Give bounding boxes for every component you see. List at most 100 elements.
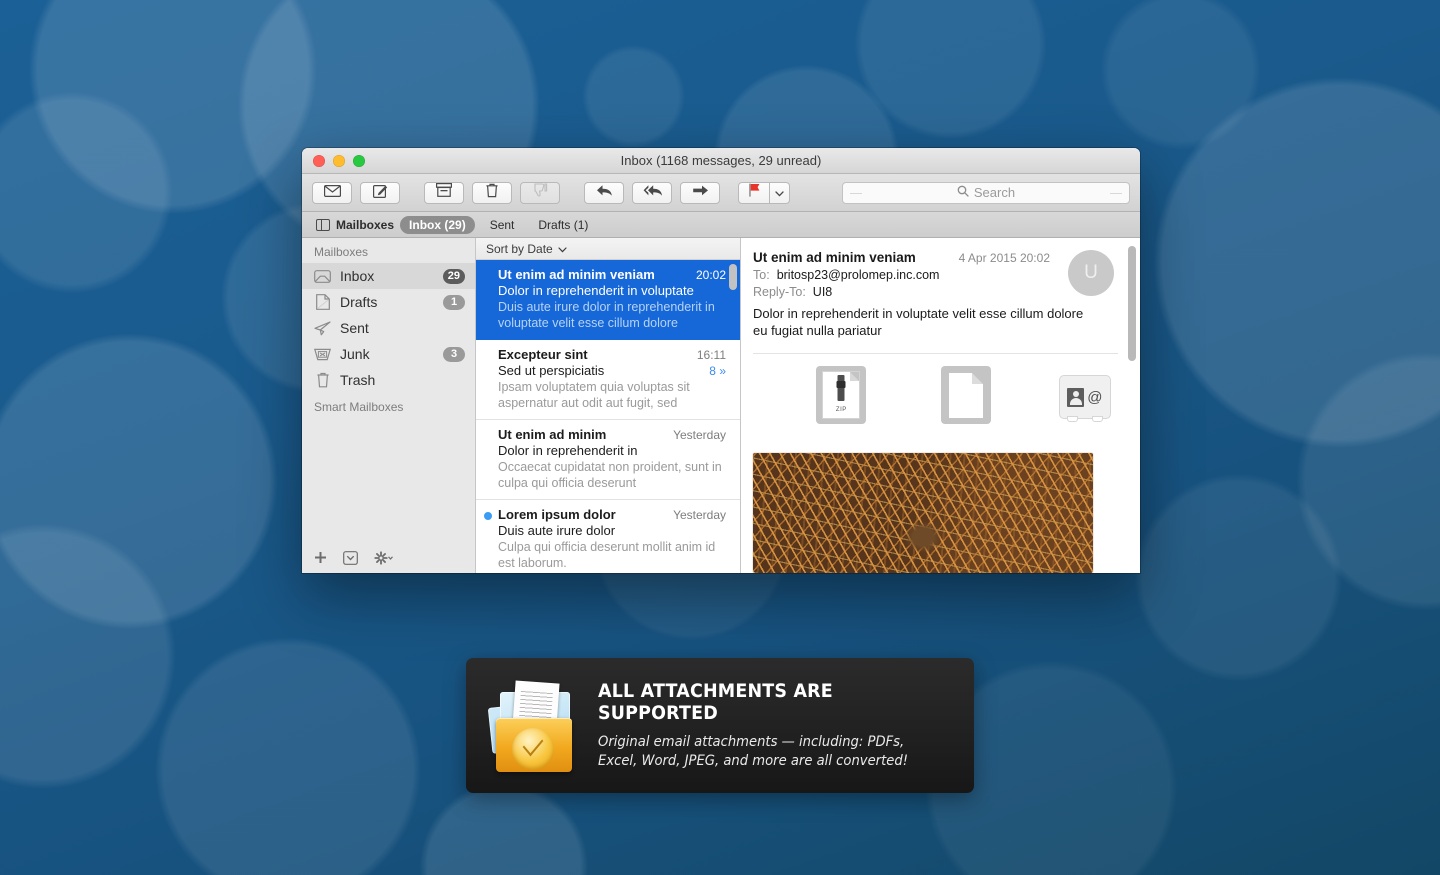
table-row[interactable]: Ut enim ad minim veniam 20:02 Dolor in r… [476,260,740,340]
message-view-date: 4 Apr 2015 20:02 [958,251,1050,265]
message-body-text: Dolor in reprehenderit in voluptate veli… [753,306,1084,338]
message-date: 20:02 [695,268,726,282]
envelope-icon [323,184,341,202]
sent-paper-plane-icon [314,320,331,336]
promo-banner-subtitle: Original email attachments — including: … [598,734,908,769]
reply-arrow-icon [596,184,613,202]
reply-to-label: Reply-To: [753,285,806,299]
message-subject: Dolor in reprehenderit in [498,443,638,458]
flag-group [738,181,790,204]
message-header: Ut enim ad minim veniam 4 Apr 2015 20:02… [753,250,1118,299]
reply-button[interactable] [584,181,624,204]
message-reading-pane: Ut enim ad minim veniam 4 Apr 2015 20:02… [741,238,1140,573]
sidebar-empty-space [302,418,475,547]
message-reply-to-field: Reply-To: UI8 [753,285,1068,299]
reply-to-value[interactable]: UI8 [813,285,832,299]
main-toolbar: Search [302,174,1140,212]
pine-needles-photo[interactable] [753,453,1093,573]
attachment-item[interactable]: ZIP Screen Shot 2015-04-04 at 19.27.54.z… [803,366,880,433]
table-row[interactable]: Excepteur sint 16:11 Sed ut perspiciatis… [476,340,740,420]
sidebar-section-smart-mailboxes: Smart Mailboxes [314,400,404,414]
tab-sent[interactable]: Sent [481,216,524,234]
tab-drafts[interactable]: Drafts (1) [529,216,597,234]
forward-button[interactable] [680,181,720,204]
zip-file-icon: ZIP [812,366,870,428]
message-subject: Duis aute irure dolor [498,523,616,538]
message-preview: Ipsam voluptatem quia voluptas sit asper… [498,380,690,410]
reply-group [584,181,720,204]
favorites-bar: Mailboxes Inbox (29) Sent Drafts (1) [302,212,1140,238]
message-thread-count: 8 » [709,364,726,378]
sidebar-item-sent-label: Sent [340,320,369,336]
sidebar-item-inbox[interactable]: Inbox 29 [302,263,475,289]
flag-icon [748,183,761,202]
compose-message-button[interactable] [360,181,400,204]
message-sender: Ut enim ad minim veniam [498,267,655,282]
mailbox-actions-button[interactable] [374,550,394,570]
archive-box-icon [436,183,453,202]
message-content: Ut enim ad minim veniam 4 Apr 2015 20:02… [741,238,1140,433]
message-preview: Occaecat cupidatat non proident, sunt in… [498,460,722,490]
message-date: 16:11 [696,348,726,362]
desktop-background: Inbox (1168 messages, 29 unread) Search … [0,0,1440,875]
table-row[interactable]: Ut enim ad minim Yesterday Dolor in repr… [476,420,740,500]
archive-button[interactable] [424,181,464,204]
promo-banner-text: ALL ATTACHMENTS ARE SUPPORTED Original e… [598,680,952,771]
flag-menu-button[interactable] [770,181,790,204]
window-titlebar[interactable]: Inbox (1168 messages, 29 unread) [302,148,1140,174]
sort-bar[interactable]: Sort by Date [476,238,740,260]
document-file-icon [937,366,995,428]
message-list-scrollbar[interactable] [729,264,737,290]
sidebar-item-sent[interactable]: Sent [302,315,475,341]
drafts-icon [314,294,331,310]
junk-button[interactable] [520,181,560,204]
message-pane-scrollbar[interactable] [1128,246,1136,361]
reply-all-arrows-icon [643,184,662,202]
sidebar-panel-icon [316,218,330,231]
sidebar-item-drafts[interactable]: Drafts 1 [302,289,475,315]
promo-banner-title: ALL ATTACHMENTS ARE SUPPORTED [598,680,833,724]
mail-actions-group [312,181,400,204]
attachment-item[interactable]: @ John Doe.vcf [1052,366,1118,433]
message-sender: Ut enim ad minim [498,427,607,442]
promo-banner: ALL ATTACHMENTS ARE SUPPORTED Original e… [466,658,974,793]
reply-all-button[interactable] [632,181,672,204]
sidebar-item-trash[interactable]: Trash [302,367,475,393]
message-sender: Lorem ipsum dolor [498,507,616,522]
trash-icon [485,183,499,203]
message-date: Yesterday [673,508,726,522]
get-mail-button[interactable] [312,181,352,204]
add-mailbox-button[interactable] [314,551,327,569]
message-subject: Dolor in reprehenderit in voluptate [498,283,694,298]
trash-can-icon [314,372,331,388]
mailbox-sidebar: Mailboxes Inbox 29 Drafts 1 Sent Junk 3 … [302,238,476,573]
mail-folder-attachments-icon [484,678,580,774]
message-actions-group [424,181,560,204]
avatar-initial: U [1084,262,1098,283]
delete-button[interactable] [472,181,512,204]
tab-inbox[interactable]: Inbox (29) [400,215,475,234]
sidebar-item-junk[interactable]: Junk 3 [302,341,475,367]
flag-button[interactable] [738,181,770,204]
sidebar-item-junk-label: Junk [340,346,370,362]
search-placeholder: Search [973,185,1016,200]
inbox-icon [314,268,331,284]
message-to-field: To: britosp23@prolomep.inc.com [753,268,1068,282]
sidebar-item-drafts-label: Drafts [340,294,378,310]
search-input[interactable]: Search [842,181,1130,204]
sidebar-item-drafts-badge: 1 [443,294,465,310]
thumbs-down-icon [533,183,548,202]
window-content-panes: Mailboxes Inbox 29 Drafts 1 Sent Junk 3 … [302,238,1140,573]
attachment-list: ZIP Screen Shot 2015-04-04 at 19.27.54.z… [753,354,1118,433]
message-date: Yesterday [673,428,726,442]
message-subject: Sed ut perspiciatis [498,363,605,378]
vcard-file-icon: @ [1056,366,1114,428]
attachment-item[interactable]: document.docx [920,366,1012,433]
to-value[interactable]: britosp23@prolomep.inc.com [777,268,940,282]
sidebar-item-trash-label: Trash [340,372,376,388]
table-row[interactable]: Lorem ipsum dolor Yesterday Duis aute ir… [476,500,740,573]
filter-mailbox-button[interactable] [343,550,358,570]
sidebar-item-inbox-label: Inbox [340,268,375,284]
mailboxes-sidebar-toggle[interactable]: Mailboxes [316,218,394,232]
message-list-scroll-area[interactable]: Ut enim ad minim veniam 20:02 Dolor in r… [476,260,740,573]
